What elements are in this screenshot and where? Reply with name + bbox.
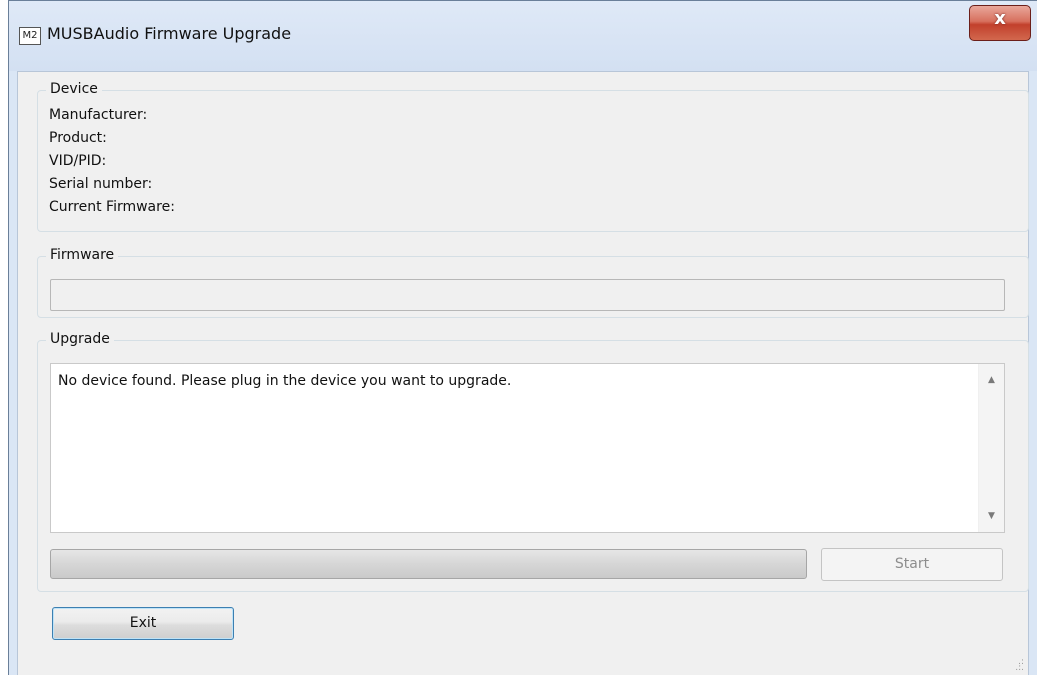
current-firmware-label: Current Firmware: xyxy=(49,199,175,215)
upgrade-log-message: No device found. Please plug in the devi… xyxy=(58,373,512,389)
upgrade-progress-bar xyxy=(50,549,807,579)
title-bar[interactable]: M2 MUSBAudio Firmware Upgrade x xyxy=(9,1,1037,71)
exit-button[interactable]: Exit xyxy=(52,607,234,640)
firmware-group: Firmware xyxy=(37,247,1029,318)
manufacturer-label: Manufacturer: xyxy=(49,107,148,123)
upgrade-group: Upgrade No device found. Please plug in … xyxy=(37,331,1029,592)
device-group: Device Manufacturer: Product: VID/PID: S… xyxy=(37,81,1029,232)
firmware-path-field[interactable] xyxy=(50,279,1005,311)
upgrade-group-label: Upgrade xyxy=(46,331,114,347)
scroll-down-icon[interactable]: ▼ xyxy=(979,506,1004,526)
firmware-group-label: Firmware xyxy=(46,247,119,263)
close-icon: x xyxy=(994,8,1006,29)
resize-grip-icon[interactable]: .:.:. xyxy=(1012,658,1024,673)
product-label: Product: xyxy=(49,130,107,146)
window-title: MUSBAudio Firmware Upgrade xyxy=(47,24,292,43)
start-button[interactable]: Start xyxy=(821,548,1003,581)
close-button[interactable]: x xyxy=(969,5,1031,41)
serial-number-label: Serial number: xyxy=(49,176,153,192)
dialog-client-area: Device Manufacturer: Product: VID/PID: S… xyxy=(17,71,1029,675)
device-group-label: Device xyxy=(46,81,102,97)
vid-pid-label: VID/PID: xyxy=(49,153,107,169)
app-icon: M2 xyxy=(19,27,41,45)
firmware-upgrade-window: M2 MUSBAudio Firmware Upgrade x Device M… xyxy=(8,0,1037,675)
scroll-up-icon[interactable]: ▲ xyxy=(979,370,1004,390)
log-scrollbar[interactable]: ▲ ▼ xyxy=(978,364,1004,532)
upgrade-log-textarea[interactable]: No device found. Please plug in the devi… xyxy=(50,363,1005,533)
